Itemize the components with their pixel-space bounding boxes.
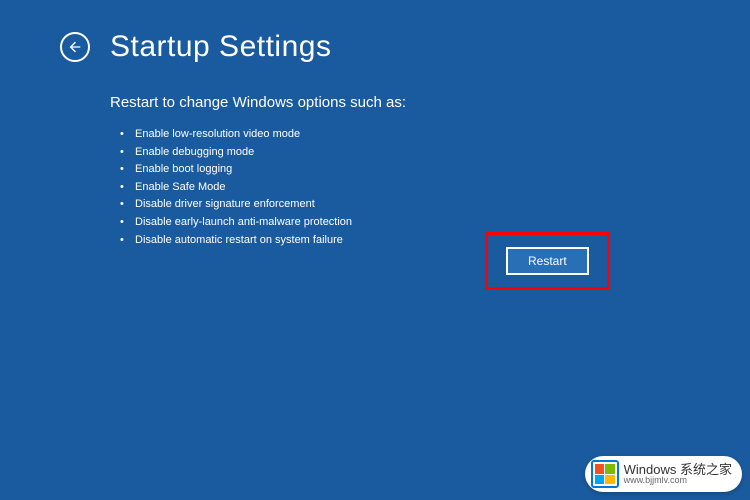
- watermark-text: Windows 系统之家 www.bjjmlv.com: [624, 463, 732, 485]
- watermark-url: www.bjjmlv.com: [624, 476, 732, 485]
- list-item: Enable debugging mode: [125, 144, 750, 162]
- page-title: Startup Settings: [110, 30, 331, 64]
- windows-logo-icon: [591, 460, 619, 488]
- list-item: Disable early-launch anti-malware protec…: [125, 214, 750, 232]
- back-arrow-icon: [67, 39, 83, 55]
- content-area: Restart to change Windows options such a…: [0, 64, 750, 249]
- highlight-annotation: Restart: [485, 232, 610, 290]
- watermark: Windows 系统之家 www.bjjmlv.com: [585, 456, 742, 492]
- restart-container: Restart: [485, 232, 610, 290]
- options-list: Enable low-resolution video mode Enable …: [110, 126, 750, 249]
- list-item: Disable driver signature enforcement: [125, 196, 750, 214]
- header: Startup Settings: [0, 0, 750, 64]
- list-item: Disable automatic restart on system fail…: [125, 232, 750, 250]
- list-item: Enable boot logging: [125, 161, 750, 179]
- restart-button[interactable]: Restart: [506, 247, 589, 275]
- list-item: Enable Safe Mode: [125, 179, 750, 197]
- back-button[interactable]: [60, 32, 90, 62]
- subtitle-text: Restart to change Windows options such a…: [110, 94, 750, 111]
- list-item: Enable low-resolution video mode: [125, 126, 750, 144]
